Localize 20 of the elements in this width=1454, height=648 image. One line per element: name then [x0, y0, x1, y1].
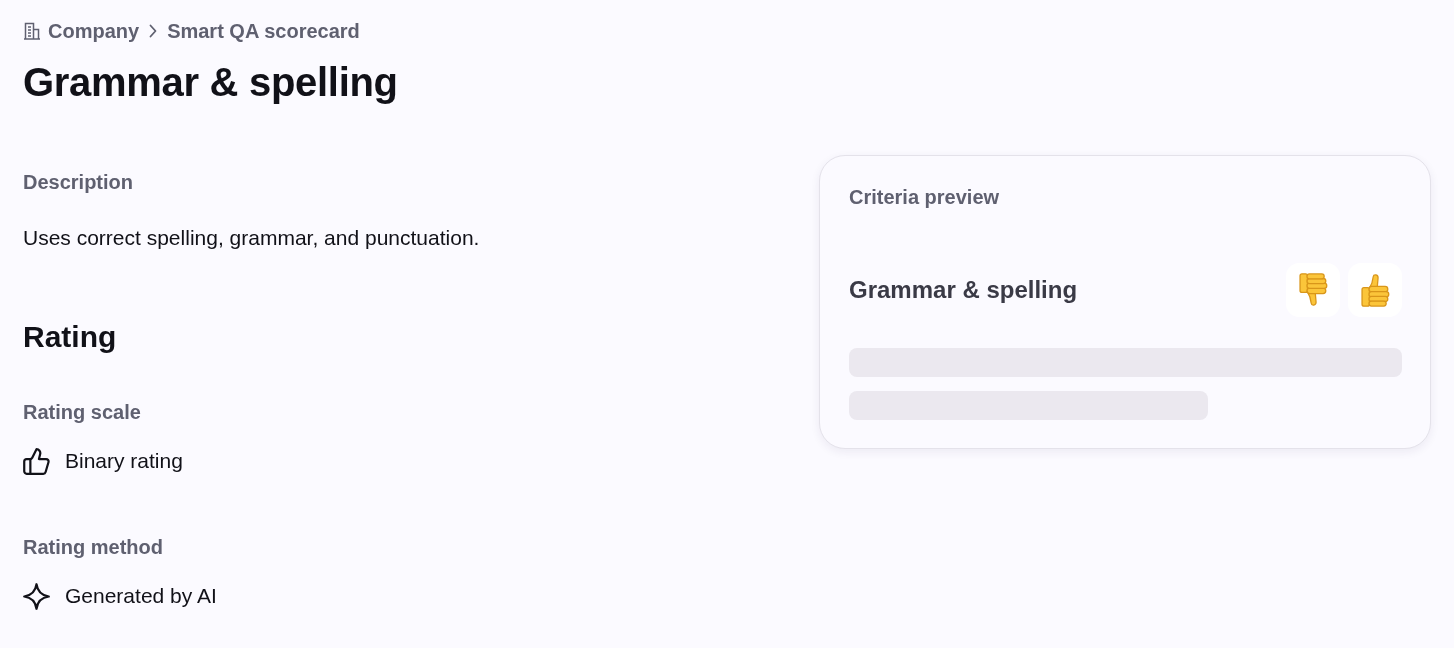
- field-value: Binary rating: [65, 448, 183, 474]
- breadcrumb-link[interactable]: Company: [23, 18, 140, 44]
- breadcrumb-link[interactable]: Smart QA scorecard: [167, 18, 360, 44]
- building-icon: [23, 22, 41, 40]
- card-title: Criteria preview: [849, 185, 1001, 210]
- chevron-right-icon: [149, 24, 158, 38]
- sparkle-icon: [23, 582, 50, 610]
- criterion-name: Grammar & spelling: [849, 276, 1078, 304]
- field-label: Description: [23, 170, 135, 195]
- thumbs-down-button[interactable]: [1286, 263, 1340, 317]
- thumbs-up-button[interactable]: [1348, 263, 1402, 317]
- thumbs-up-icon: [23, 447, 50, 475]
- field-label: Rating method: [23, 535, 164, 560]
- thumbs-down-icon: [1298, 273, 1328, 307]
- field-label: Rating scale: [23, 400, 142, 425]
- field-value: Generated by AI: [65, 583, 217, 609]
- page-title: Grammar & spelling: [23, 59, 399, 106]
- thumbs-up-icon: [1360, 273, 1390, 307]
- description-text: Uses correct spelling, grammar, and punctuation.: [23, 225, 481, 251]
- section-heading: Rating: [23, 319, 118, 355]
